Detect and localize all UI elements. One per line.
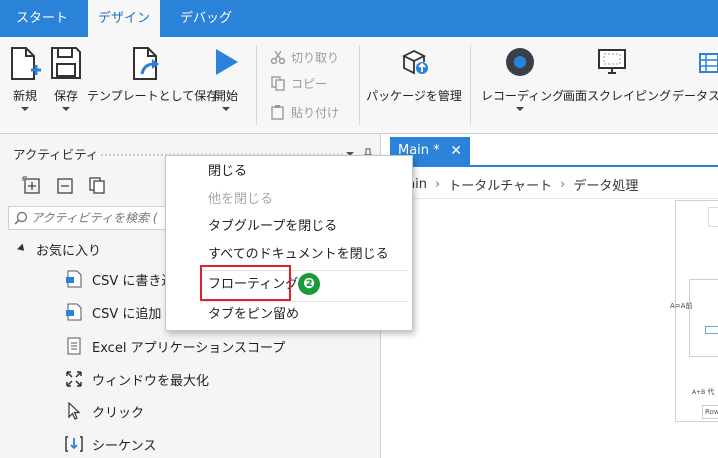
menu-item-close-all-documents[interactable]: すべてのドキュメントを閉じる: [208, 244, 389, 266]
template-export-icon: [133, 47, 159, 80]
excel-doc-icon: [64, 336, 84, 356]
menu-item-close-others: 他を閉じる: [208, 192, 274, 207]
breadcrumb: Main › トータルチャート › データ処理: [390, 171, 718, 199]
new-label: 新規: [12, 89, 37, 103]
abc-label: 代: [707, 388, 715, 396]
manage-packages-label: パッケージを管理: [366, 89, 462, 103]
save-as-template-button[interactable]: テンプレートとして保存: [87, 37, 219, 133]
new-file-icon: [11, 47, 41, 80]
search-icon: [14, 211, 28, 225]
activity-item-label: CSV に書き込: [92, 273, 175, 289]
menu-separator: [202, 301, 408, 302]
screen-scraping-label: 画面スクレイピング: [563, 89, 672, 103]
chevron-down-icon: [62, 107, 70, 111]
csv-icon: [64, 269, 84, 289]
abc-icon: A+B: [692, 389, 706, 396]
chevron-right-icon: ›: [560, 177, 566, 192]
ribbon-toolbar: 新規 保存 テンプレートとして保存 開始 切り取り コピー 貼り付け パッケージ…: [0, 37, 718, 134]
chevron-down-icon: [222, 107, 230, 111]
table-icon: [699, 53, 718, 73]
tab-design[interactable]: デザイン: [88, 0, 160, 38]
activity-item-sequence[interactable]: シーケンス: [64, 433, 156, 455]
sequence-container[interactable]: A=A前 A+B 代 Row: [670, 200, 718, 422]
menu-item-close[interactable]: 閉じる: [208, 161, 247, 183]
screen-scraping-button[interactable]: 画面スクレイピング: [563, 37, 672, 133]
collapse-all-icon[interactable]: [55, 176, 75, 196]
chevron-right-icon: ›: [435, 177, 441, 192]
show-all-icon[interactable]: [88, 176, 108, 196]
save-button[interactable]: 保存: [46, 37, 86, 133]
record-icon: [506, 48, 534, 76]
paste-label: 貼り付け: [291, 105, 340, 120]
start-button[interactable]: 開始: [206, 37, 246, 133]
data-scraping-button[interactable]: データスク: [666, 37, 718, 133]
menu-item-close-tab-group[interactable]: タブグループを閉じる: [208, 216, 337, 238]
activity-item-label: クリック: [92, 405, 145, 421]
copy-icon: [271, 76, 285, 91]
activity-item-maximize-window[interactable]: ウィンドウを最大化: [64, 368, 209, 390]
activity-item-label: Excel アプリケーションスコープ: [92, 340, 286, 356]
ribbon-separator: [256, 45, 257, 125]
cut-label: 切り取り: [291, 50, 340, 65]
activity-item-write-csv[interactable]: CSV に書き込: [64, 268, 174, 290]
chevron-down-icon: [516, 107, 524, 111]
tab-context-menu: 閉じる 他を閉じる タブグループを閉じる すべてのドキュメントを閉じる フローテ…: [165, 155, 413, 331]
ribbon-separator: [359, 45, 360, 125]
connector-box: [705, 326, 718, 334]
tab-debug[interactable]: デバッグ: [170, 0, 242, 37]
panel-toolbar: [22, 176, 108, 196]
data-scraping-label: データスク: [672, 89, 718, 103]
tab-start[interactable]: スタート: [8, 0, 76, 37]
new-button[interactable]: 新規: [4, 37, 46, 133]
recording-label: レコーディング: [481, 89, 565, 103]
ribbon-tab-bar: スタート デザイン デバッグ: [0, 0, 718, 38]
close-icon[interactable]: ✕: [450, 137, 462, 165]
copy-label: コピー: [291, 76, 328, 91]
highlight-box: [200, 265, 291, 301]
chevron-down-icon: [21, 107, 29, 111]
ribbon-separator: [470, 45, 471, 125]
activity-item-click[interactable]: クリック: [64, 400, 144, 422]
start-label: 開始: [213, 89, 238, 103]
activity-item-excel-scope[interactable]: Excel アプリケーションスコープ: [64, 335, 285, 357]
manage-packages-button[interactable]: パッケージを管理: [366, 37, 462, 133]
collapse-triangle-icon[interactable]: [17, 243, 27, 254]
sequence-icon: [64, 434, 84, 454]
favorites-label: お気に入り: [36, 244, 102, 259]
activity-item-label: ウィンドウを最大化: [92, 373, 210, 389]
activity-item-label: シーケンス: [92, 438, 157, 454]
save-label: 保存: [53, 89, 78, 103]
tree-group-favorites[interactable]: お気に入り: [17, 240, 102, 259]
expand-all-icon[interactable]: [22, 176, 42, 196]
recording-button[interactable]: レコーディング: [481, 37, 565, 133]
activity-item-label: CSV に追加: [92, 306, 162, 322]
panel-title: アクティビティ: [13, 147, 99, 162]
studio-window: スタート デザイン デバッグ 新規 保存 テンプレートとして保存 開始 切り取り…: [0, 0, 718, 458]
monitor-icon: [598, 49, 626, 74]
play-icon: [216, 49, 238, 75]
activity-item-append-csv[interactable]: CSV に追加: [64, 301, 161, 323]
row-field[interactable]: Row: [702, 405, 718, 419]
callout-badge: ❷: [298, 273, 320, 295]
abc-activity[interactable]: A+B 代: [692, 387, 714, 397]
cursor-icon: [64, 401, 84, 421]
package-icon: [401, 49, 428, 75]
csv-icon: [64, 302, 84, 322]
activity-block[interactable]: [689, 279, 718, 357]
breadcrumb-item[interactable]: トータルチャート: [448, 175, 552, 194]
floppy-disk-icon: [51, 47, 81, 79]
breadcrumb-item[interactable]: データ処理: [573, 175, 638, 194]
paste-button[interactable]: 貼り付け: [270, 101, 339, 123]
workflow-canvas[interactable]: [390, 200, 718, 458]
clipboard-icon: [271, 105, 284, 120]
cut-button[interactable]: 切り取り: [270, 46, 339, 68]
activity-block[interactable]: [708, 207, 718, 227]
scissors-icon: [270, 50, 286, 65]
copy-button[interactable]: コピー: [270, 72, 327, 94]
maximize-arrows-icon: [64, 369, 84, 389]
menu-item-pin-tab[interactable]: タブをピン留め: [208, 304, 299, 326]
save-template-label: テンプレートとして保存: [87, 89, 219, 103]
